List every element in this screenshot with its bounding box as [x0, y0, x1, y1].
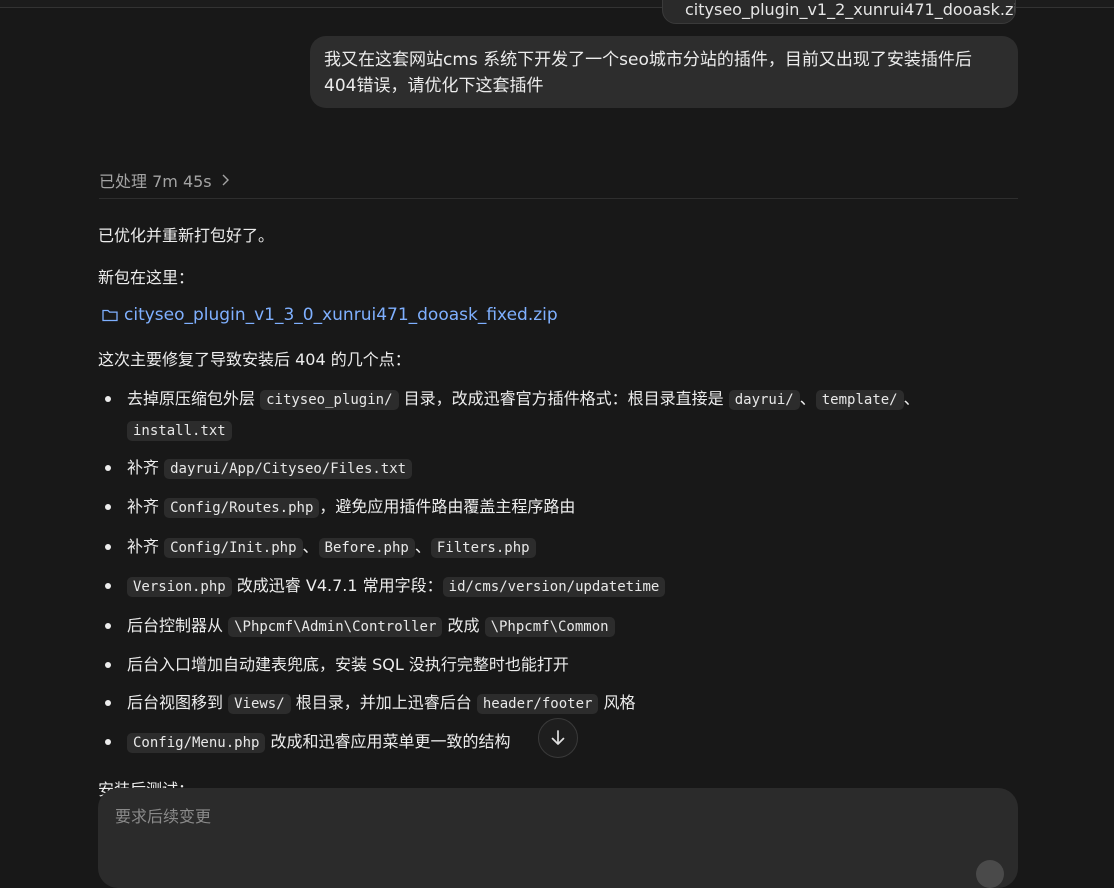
- inline-code: Config/Init.php: [164, 538, 303, 558]
- item-text: 改成迅睿 V4.7.1 常用字段：: [231, 576, 443, 595]
- item-text: 改成和迅睿应用菜单更一致的结构: [265, 732, 511, 751]
- user-message-bubble: 我又在这套网站cms 系统下开发了一个seo城市分站的插件，目前又出现了安装插件…: [310, 36, 1018, 108]
- send-button[interactable]: [976, 860, 1004, 888]
- item-text: 根目录，并加上迅睿后台: [290, 693, 477, 712]
- list-item: 去掉原压缩包外层 cityseo_plugin/ 目录，改成迅睿官方插件格式：根…: [98, 384, 998, 446]
- reply-paragraph: 这次主要修复了导致安装后 404 的几个点：: [98, 350, 411, 369]
- user-message-line: 我又在这套网站cms 系统下开发了一个seo城市分站的插件，目前又出现了安装插件…: [324, 50, 972, 70]
- bullet-dot: [105, 662, 111, 668]
- user-message-line: 404错误，请优化下这套插件: [324, 76, 544, 96]
- bullet-dot: [105, 396, 111, 402]
- item-text: 、: [302, 537, 319, 556]
- bullet-dot: [105, 544, 111, 550]
- item-text: 补齐: [127, 537, 165, 556]
- bullet-dot: [105, 504, 111, 510]
- bullet-dot: [105, 583, 111, 589]
- list-item: 后台入口增加自动建表兜底，安装 SQL 没执行完整时也能打开: [98, 650, 998, 679]
- inline-code: Before.php: [318, 538, 415, 558]
- processing-toggle[interactable]: 已处理 7m 45s: [99, 168, 230, 192]
- inline-code: dayrui/: [728, 390, 800, 410]
- inline-code: cityseo_plugin/: [260, 390, 399, 410]
- inline-code: header/footer: [476, 694, 599, 714]
- bullet-dot: [105, 465, 111, 471]
- arrow-down-icon: [551, 730, 565, 745]
- inline-code: Filters.php: [430, 538, 536, 558]
- inline-code: Config/Menu.php: [127, 733, 266, 753]
- inline-code: id/cms/version/updatetime: [442, 577, 666, 597]
- item-text: 、: [903, 389, 920, 408]
- item-text: 目录，改成迅睿官方插件格式：根目录直接是: [398, 389, 729, 408]
- item-text: 改成: [442, 616, 485, 635]
- item-text: 后台控制器从: [127, 616, 229, 635]
- inline-code: template/: [815, 390, 904, 410]
- bullet-dot: [105, 700, 111, 706]
- download-filename: cityseo_plugin_v1_3_0_xunrui471_dooask_f…: [124, 305, 558, 325]
- attachment-filename: cityseo_plugin_v1_2_xunrui471_dooask.zip: [685, 0, 1016, 19]
- item-text: 补齐: [127, 458, 165, 477]
- item-text: ，避免应用插件路由覆盖主程序路由: [319, 497, 576, 516]
- message-composer: [98, 788, 1018, 888]
- list-item: 补齐 Config/Init.php、 Before.php、 Filters.ph…: [98, 532, 998, 563]
- attachment-chip[interactable]: cityseo_plugin_v1_2_xunrui471_dooask.zip: [662, 0, 1016, 24]
- inline-code: Version.php: [127, 577, 232, 597]
- item-text: 、: [414, 537, 431, 556]
- chevron-right-icon: [222, 174, 229, 186]
- reply-paragraph: 已优化并重新打包好了。: [98, 226, 275, 245]
- download-link[interactable]: cityseo_plugin_v1_3_0_xunrui471_dooask_f…: [102, 305, 558, 325]
- inline-code: dayrui/App/Cityseo/Files.txt: [164, 459, 413, 479]
- inline-code: Config/Routes.php: [164, 498, 320, 518]
- follow-up-input[interactable]: [113, 806, 997, 827]
- item-text: 、: [799, 389, 816, 408]
- item-text: 补齐: [127, 497, 165, 516]
- bullet-dot: [105, 623, 111, 629]
- item-text: 风格: [598, 693, 636, 712]
- processing-label: 已处理 7m 45s: [99, 172, 212, 191]
- item-text: 去掉原压缩包外层: [127, 389, 261, 408]
- list-item: 后台视图移到 Views/ 根目录，并加上迅睿后台 header/footer …: [98, 688, 998, 719]
- inline-code: Views/: [228, 694, 291, 714]
- inline-code: \Phpcmf\Admin\Controller: [228, 617, 443, 637]
- list-item: 后台控制器从 \Phpcmf\Admin\Controller 改成 \Phpc…: [98, 611, 998, 642]
- item-text: 后台视图移到: [127, 693, 229, 712]
- bullet-dot: [105, 739, 111, 745]
- inline-code: install.txt: [127, 421, 232, 441]
- scroll-to-bottom-button[interactable]: [538, 718, 578, 758]
- folder-icon: [102, 309, 118, 322]
- reply-paragraph: 新包在这里：: [98, 268, 195, 287]
- inline-code: \Phpcmf\Common: [484, 617, 615, 637]
- divider: [99, 198, 1018, 199]
- list-item: 补齐 Config/Routes.php ，避免应用插件路由覆盖主程序路由: [98, 492, 998, 523]
- list-item: Version.php 改成迅睿 V4.7.1 常用字段： id/cms/vers…: [98, 571, 998, 602]
- item-text: 后台入口增加自动建表兜底，安装 SQL 没执行完整时也能打开: [127, 655, 569, 674]
- list-item: 补齐 dayrui/App/Cityseo/Files.txt: [98, 453, 998, 484]
